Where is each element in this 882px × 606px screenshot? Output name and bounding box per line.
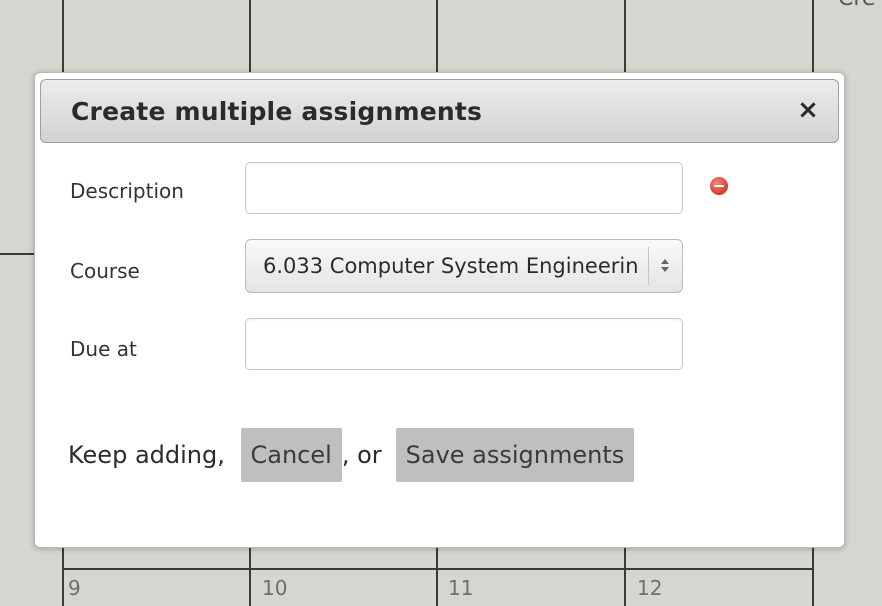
keep-adding-text: Keep adding,: [68, 441, 225, 469]
create-link-fragment[interactable]: Cre: [838, 0, 875, 11]
select-divider: [648, 247, 649, 285]
calendar-grid-line: [62, 0, 64, 72]
or-text: , or: [341, 441, 382, 469]
close-icon[interactable]: ×: [794, 94, 822, 126]
calendar-grid-line: [249, 0, 251, 72]
course-select[interactable]: 6.033 Computer System Engineering: [245, 239, 683, 293]
calendar-grid-line: [436, 0, 438, 72]
up-down-arrows-icon: [658, 252, 672, 280]
course-select-value: 6.033 Computer System Engineering: [263, 254, 638, 278]
calendar-day-number: 9: [68, 576, 81, 600]
save-assignments-button[interactable]: Save assignments: [395, 428, 635, 482]
calendar-grid-line: [249, 548, 251, 606]
dialog-titlebar: Create multiple assignments ×: [40, 79, 839, 143]
due-at-input[interactable]: [245, 318, 683, 370]
dialog-actions: Keep adding, Cancel, or Save assignments: [68, 427, 635, 483]
description-input[interactable]: [245, 162, 683, 214]
calendar-grid-line: [62, 548, 64, 606]
calendar-page: 9 10 11 12 Cre Create multiple assignmen…: [0, 0, 882, 606]
calendar-grid-line: [436, 548, 438, 606]
due-at-label: Due at: [70, 337, 137, 361]
description-label: Description: [70, 179, 184, 203]
remove-icon[interactable]: [710, 177, 728, 195]
calendar-grid-line: [0, 253, 34, 255]
dialog-title: Create multiple assignments: [71, 97, 483, 126]
create-multiple-assignments-dialog: Create multiple assignments × Descriptio…: [34, 72, 845, 548]
cancel-button[interactable]: Cancel: [240, 428, 342, 482]
calendar-day-number: 10: [262, 576, 288, 600]
calendar-day-number: 11: [448, 576, 474, 600]
calendar-grid-line: [624, 548, 626, 606]
calendar-day-number: 12: [637, 576, 663, 600]
calendar-grid-line: [62, 568, 812, 570]
calendar-grid-line: [624, 0, 626, 72]
course-label: Course: [70, 259, 140, 283]
